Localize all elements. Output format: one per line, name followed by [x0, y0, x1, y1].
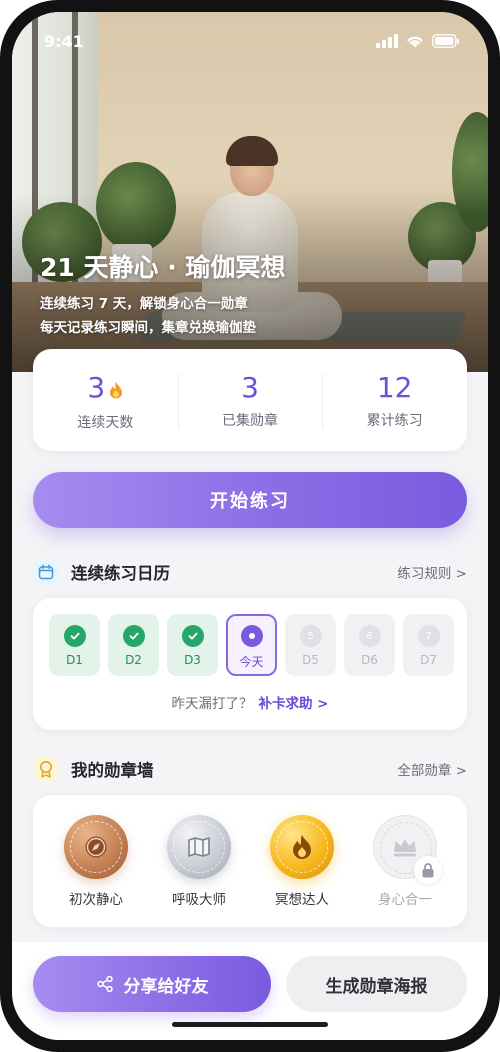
calendar-icon	[33, 559, 59, 585]
wifi-icon	[407, 36, 423, 48]
home-indicator[interactable]	[172, 1022, 328, 1027]
badge-item-meditation-expert[interactable]: 冥想达人	[257, 815, 347, 908]
today-dot-icon	[240, 625, 263, 647]
signal-icon	[376, 34, 398, 48]
day-label: D5	[302, 653, 319, 667]
badge-wall-card: 初次静心 呼吸大师 冥想达人 身心合一	[33, 795, 467, 927]
calendar-day-5: 5 D5	[285, 614, 336, 676]
missed-day-text: 昨天漏打了？	[171, 696, 253, 712]
stat-total-practice: 12 累计练习	[322, 349, 467, 451]
calendar-day-2[interactable]: D2	[108, 614, 159, 676]
medal-ring	[173, 821, 225, 873]
locked-medal	[373, 815, 442, 884]
status-icons	[376, 34, 460, 48]
medal-icon	[33, 756, 59, 782]
hero-subtitle-1: 连续练习 7 天，解锁身心合一勋章	[40, 296, 248, 312]
flame-icon	[109, 373, 123, 406]
lock-icon	[414, 856, 442, 884]
day-label: D7	[420, 653, 437, 667]
start-practice-button[interactable]: 开始练习	[33, 472, 467, 528]
calendar-title: 连续练习日历	[71, 564, 170, 583]
badge-item-first-calm[interactable]: 初次静心	[51, 815, 141, 908]
hero-banner: 9:41 21 天静心 · 瑜伽冥想 连续练习 7 天，解锁身心合一勋章 每天记…	[12, 12, 488, 372]
calendar-day-1[interactable]: D1	[49, 614, 100, 676]
generate-poster-button[interactable]: 生成勋章海报	[286, 956, 467, 1012]
calendar-day-7: 7 D7	[403, 614, 454, 676]
share-icon	[96, 975, 113, 993]
stats-card: 3 连续天数 3 已集勋章 12 累计练习	[33, 349, 467, 451]
badge-label: 身心合一	[378, 892, 432, 908]
stat-value: 3	[241, 371, 259, 404]
stat-label: 累计练习	[366, 413, 423, 429]
day-label: D3	[184, 653, 201, 667]
day-label: D2	[125, 653, 142, 667]
badge-item-mind-body-unity[interactable]: 身心合一	[360, 815, 450, 908]
calendar-day-today[interactable]: 今天	[226, 614, 277, 676]
day-number: 5	[299, 625, 322, 647]
gold-medal	[270, 815, 334, 879]
day-number: 6	[358, 625, 381, 647]
phone-frame: 9:41 21 天静心 · 瑜伽冥想 连续练习 7 天，解锁身心合一勋章 每天记…	[0, 0, 500, 1052]
badge-label: 初次静心	[69, 892, 123, 908]
stat-value: 3	[33, 371, 178, 406]
share-to-friends-button[interactable]: 分享给好友	[33, 956, 271, 1012]
day-label: 今天	[239, 655, 264, 669]
day-label: D1	[66, 653, 83, 667]
calendar-days: D1 D2 D3 今天 5 D5 6 D6 7 D7	[49, 614, 454, 676]
stat-badges-collected: 3 已集勋章	[177, 349, 323, 451]
stat-streak-days: 3 连续天数	[33, 349, 178, 451]
practice-rules-link[interactable]: 练习规则 >	[397, 562, 467, 582]
calendar-day-6: 6 D6	[344, 614, 395, 676]
calendar-section-header: 连续练习日历 练习规则 >	[33, 557, 467, 587]
day-label: D6	[361, 653, 378, 667]
badges-title: 我的勋章墙	[71, 761, 154, 780]
calendar-day-3[interactable]: D3	[167, 614, 218, 676]
day-number: 7	[417, 625, 440, 647]
app-screen: 9:41 21 天静心 · 瑜伽冥想 连续练习 7 天，解锁身心合一勋章 每天记…	[12, 12, 488, 1040]
status-time: 9:41	[44, 32, 84, 51]
check-icon	[63, 625, 86, 647]
bronze-medal	[64, 815, 128, 879]
stat-label: 已集勋章	[222, 413, 278, 429]
medal-ring	[70, 821, 122, 873]
share-button-label: 分享给好友	[123, 976, 209, 997]
check-icon	[122, 625, 145, 647]
stat-label: 连续天数	[77, 414, 134, 431]
all-badges-link[interactable]: 全部勋章 >	[397, 759, 467, 779]
hero-title: 21 天静心 · 瑜伽冥想	[40, 253, 286, 282]
hero-subtitle-2: 每天记录练习瞬间，集章兑换瑜伽垫	[40, 320, 256, 336]
battery-icon	[432, 34, 459, 48]
stat-value: 12	[376, 371, 413, 404]
badge-item-breath-master[interactable]: 呼吸大师	[154, 815, 244, 908]
medal-ring	[276, 821, 328, 873]
makeup-help-link[interactable]: 补卡求助 >	[258, 696, 328, 712]
missed-day-note: 昨天漏打了？ 补卡求助 >	[33, 692, 467, 712]
status-bar: 9:41	[12, 12, 488, 70]
streak-calendar-card: D1 D2 D3 今天 5 D5 6 D6 7 D7 昨天漏打了？ 补卡求助 >	[33, 598, 467, 730]
silver-medal	[167, 815, 231, 879]
check-icon	[181, 625, 204, 647]
badge-label: 呼吸大师	[172, 892, 226, 908]
badges-section-header: 我的勋章墙 全部勋章 >	[33, 754, 467, 784]
badge-label: 冥想达人	[275, 892, 329, 908]
